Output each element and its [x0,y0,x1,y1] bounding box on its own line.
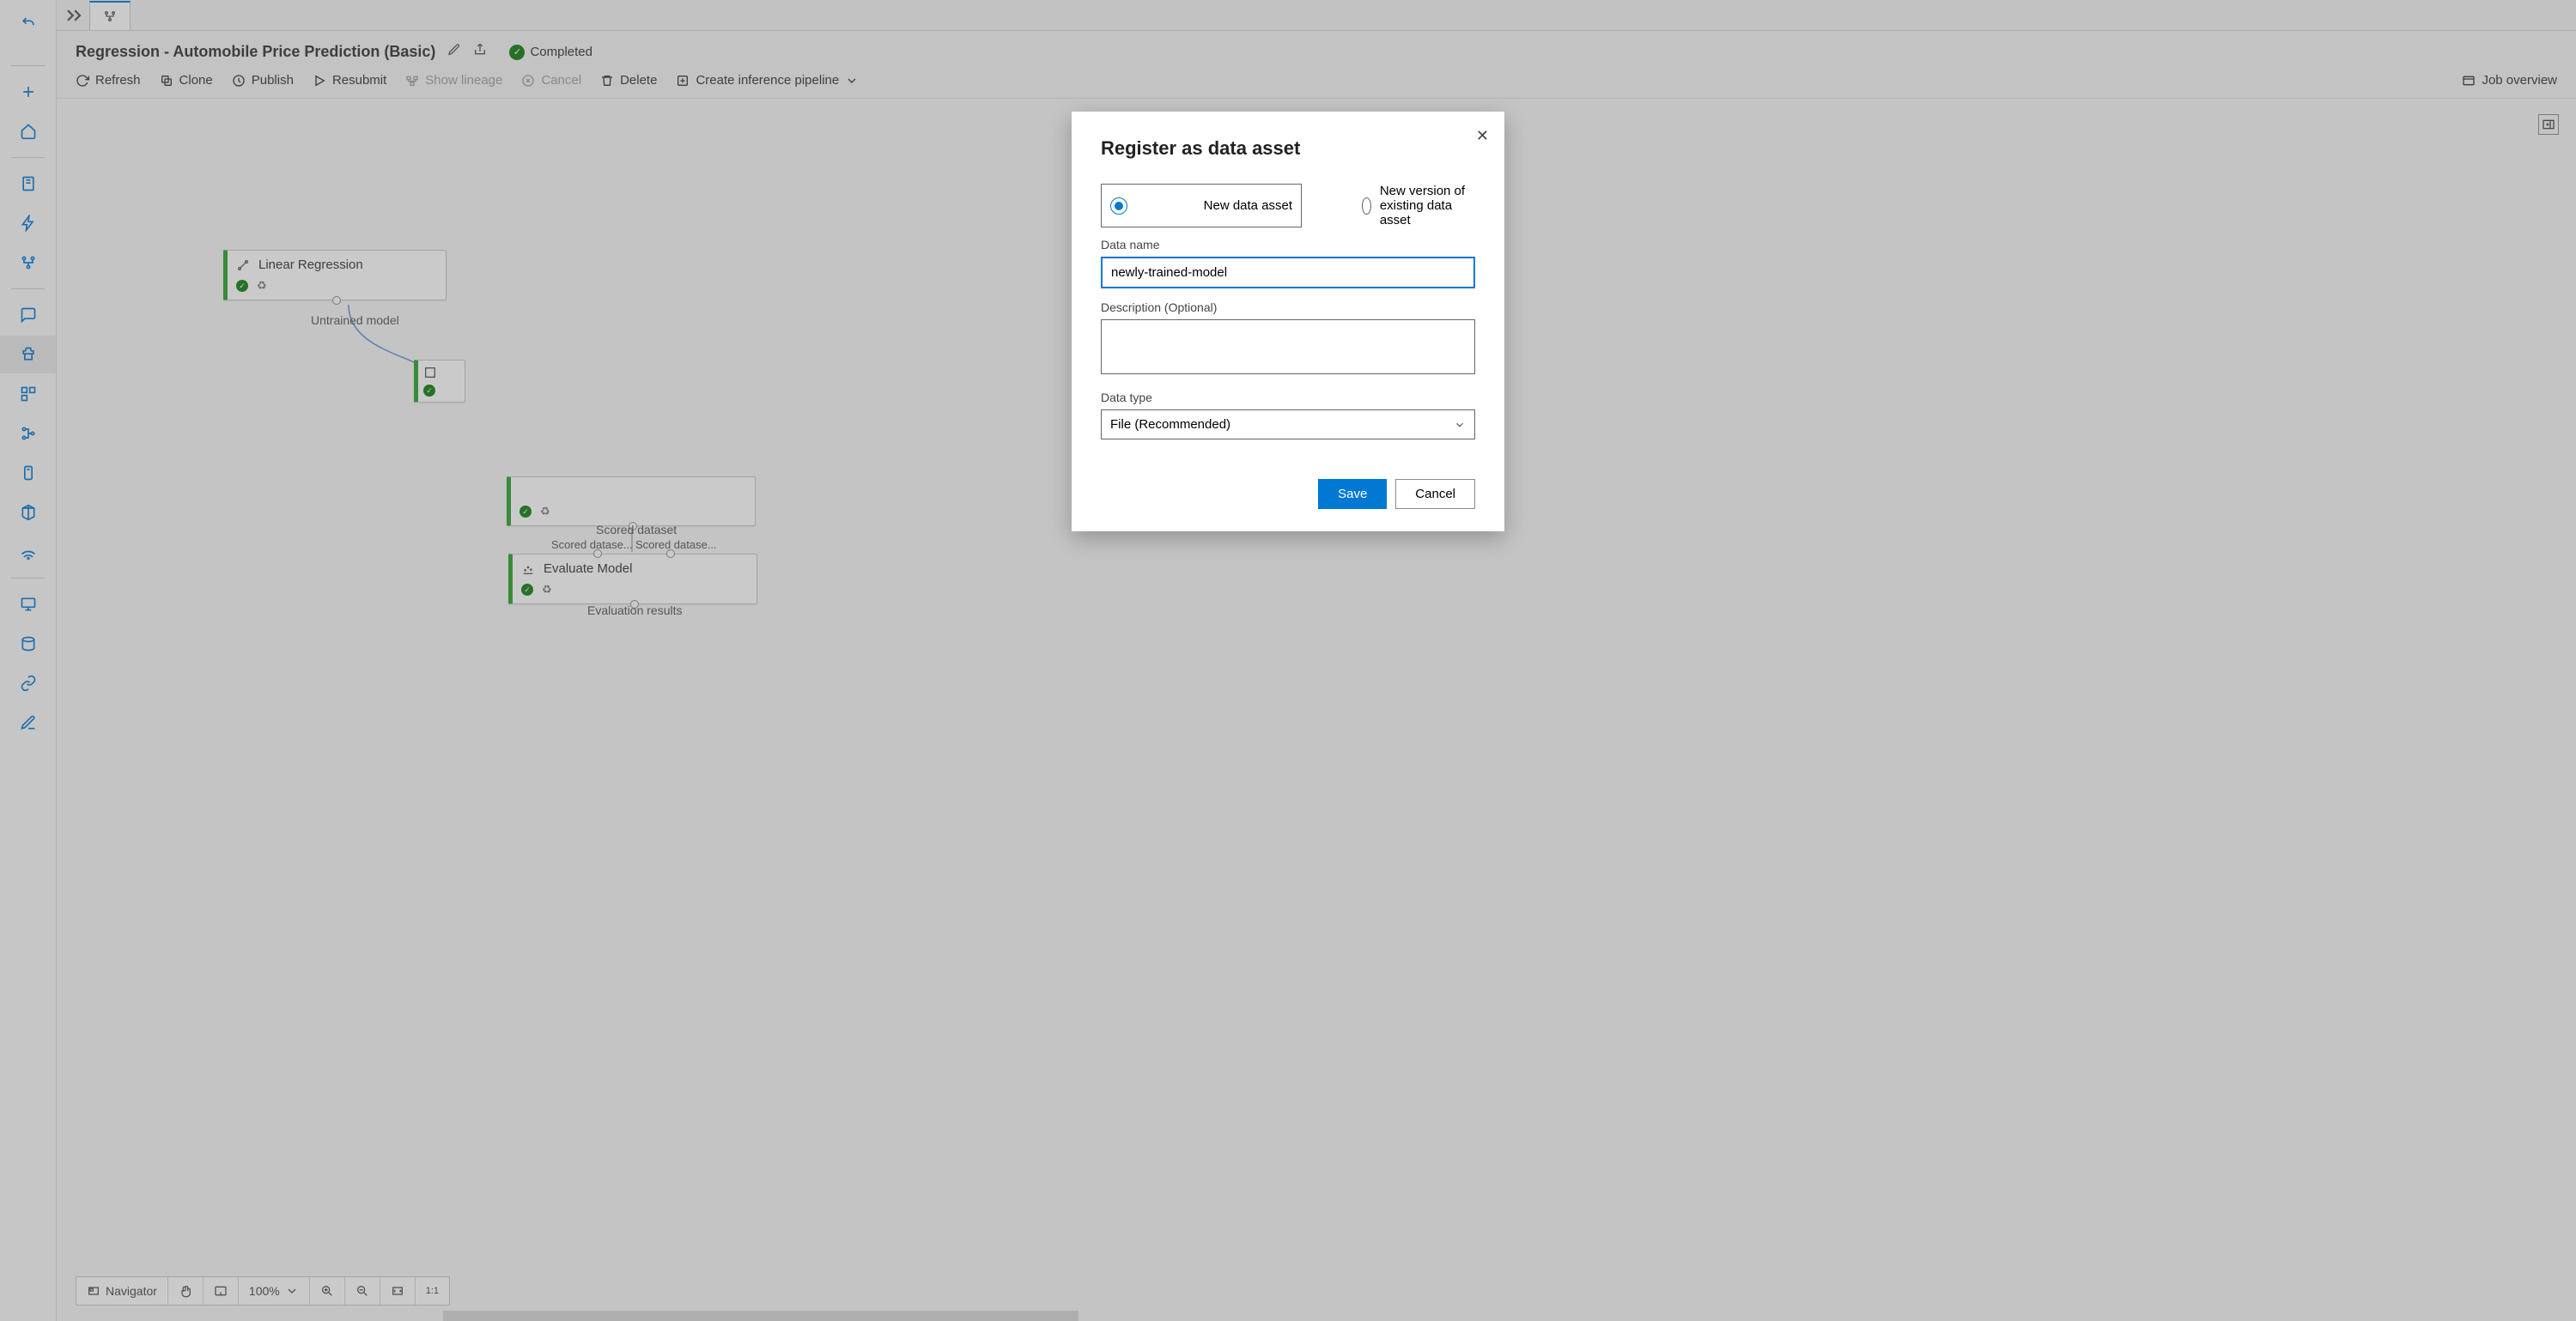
designer-icon[interactable] [0,244,56,282]
resubmit-label: Resubmit [332,73,386,88]
labeling-icon[interactable] [0,704,56,742]
zoom-in-button[interactable] [310,1277,345,1305]
register-data-asset-dialog: ✕ Register as data asset New data asset … [1072,112,1504,531]
save-button[interactable]: Save [1318,479,1387,509]
resubmit-button[interactable]: Resubmit [313,73,386,88]
edge-label-untrained: Untrained model [311,313,399,327]
panel-toggle-icon[interactable] [2538,114,2559,135]
navigator-label: Navigator [106,1284,157,1298]
data-type-select[interactable]: File (Recommended) [1101,409,1475,439]
input-port[interactable] [593,549,602,558]
input-port[interactable] [666,549,675,558]
node-score[interactable]: ✓♻ [507,476,756,526]
clone-label: Clone [179,73,213,88]
job-overview-label: Job overview [2482,73,2557,88]
create-inference-button[interactable]: Create inference pipeline [676,73,859,88]
refresh-label: Refresh [95,73,141,88]
radio-label: New data asset [1204,198,1292,213]
delete-button[interactable]: Delete [600,73,657,88]
data-type-value: File (Recommended) [1110,417,1230,432]
pipeline-title: Regression - Automobile Price Prediction… [76,43,435,61]
dialog-title: Register as data asset [1101,137,1475,160]
notebook-icon[interactable] [0,165,56,203]
edit-icon[interactable] [447,43,461,61]
environments-icon[interactable] [0,454,56,492]
status-ok-icon: ✓ [519,506,532,518]
pipelines-icon[interactable] [0,415,56,452]
horizontal-scrollbar[interactable] [443,1311,1078,1321]
description-input[interactable] [1101,319,1475,374]
status-ok-icon: ✓ [423,385,435,397]
data-name-input[interactable] [1101,257,1475,288]
job-overview-button[interactable]: Job overview [2462,73,2557,88]
share-icon[interactable] [473,43,487,61]
data-type-label: Data type [1101,391,1475,404]
chevron-down-icon [1454,419,1466,431]
publish-label: Publish [252,73,294,88]
node-icon [236,258,250,272]
reuse-icon: ♻ [257,279,267,293]
radio-new-version[interactable]: New version of existing data asset [1362,184,1475,227]
status-ok-icon: ✓ [236,280,248,292]
actual-size-button[interactable]: 1:1 [416,1277,449,1305]
radio-new-data-asset[interactable]: New data asset [1101,184,1302,227]
node-hidden-train[interactable]: ✓ [414,360,465,403]
node-icon [423,366,437,379]
description-label: Description (Optional) [1101,300,1475,314]
navigator-button[interactable]: Navigator [76,1277,168,1305]
zoom-dropdown[interactable]: 100% [239,1277,310,1305]
fit-button[interactable] [380,1277,416,1305]
edge-label-eval: Evaluation results [587,603,683,617]
cancel-button-toolbar: Cancel [521,73,581,88]
node-linear-regression[interactable]: Linear Regression ✓ ♻ [223,250,447,300]
datastores-icon[interactable] [0,625,56,663]
edge-label-scored-left: Scored datase... [551,538,633,551]
status-ok-icon: ✓ [521,584,533,596]
output-port[interactable] [332,296,341,305]
home-icon[interactable] [0,112,56,150]
cancel-button[interactable]: Cancel [1395,479,1475,509]
undo-icon[interactable] [0,7,56,38]
chevron-down-icon [845,74,859,88]
endpoints-icon[interactable] [0,533,56,571]
chevron-down-icon [285,1284,299,1298]
status-success-icon: ✓ [509,45,525,60]
canvas-footer: Navigator 100% [76,1276,450,1306]
show-lineage-button: Show lineage [405,73,502,88]
reuse-icon: ♻ [540,505,550,518]
pipeline-tab[interactable] [89,1,131,30]
node-label: Linear Regression [258,258,363,272]
edge-label-scored-right: Scored datase... [635,538,717,551]
cancel-toolbar-label: Cancel [541,73,581,88]
publish-button[interactable]: Publish [232,73,294,88]
zoom-value: 100% [249,1284,280,1298]
add-icon[interactable] [0,73,56,111]
create-inference-label: Create inference pipeline [696,73,839,88]
linked-icon[interactable] [0,664,56,702]
delete-label: Delete [620,73,657,88]
radio-label: New version of existing data asset [1380,184,1475,227]
zoom-out-button[interactable] [345,1277,380,1305]
close-icon[interactable]: ✕ [1476,127,1489,145]
node-label: Evaluate Model [544,561,632,576]
screenshot-button[interactable] [204,1277,239,1305]
chart-icon [521,562,535,576]
refresh-button[interactable]: Refresh [76,73,141,88]
clone-button[interactable]: Clone [160,73,213,88]
data-name-label: Data name [1101,238,1475,251]
jobs-icon[interactable] [0,336,56,373]
status-label: Completed [530,45,592,59]
components-icon[interactable] [0,375,56,413]
automl-icon[interactable] [0,204,56,242]
reuse-icon: ♻ [542,583,552,597]
pan-button[interactable] [168,1277,204,1305]
models-icon[interactable] [0,494,56,531]
show-lineage-label: Show lineage [425,73,502,88]
edge-label-scored: Scored dataset [596,523,677,536]
expand-left-icon[interactable] [62,3,86,27]
compute-icon[interactable] [0,585,56,623]
node-evaluate-model[interactable]: Evaluate Model ✓ ♻ [508,554,757,604]
data-icon[interactable] [0,296,56,334]
